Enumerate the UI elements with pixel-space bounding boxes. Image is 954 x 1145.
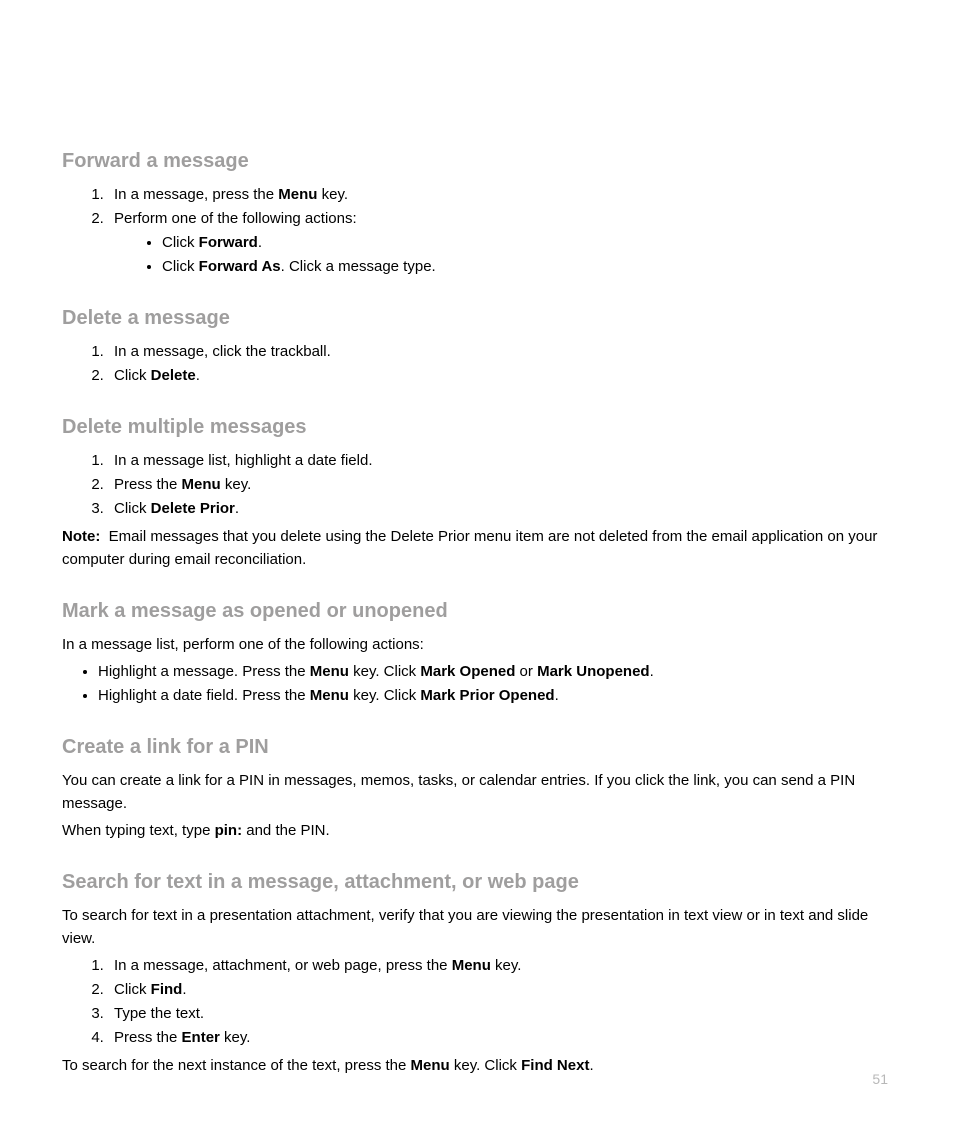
list-item: Perform one of the following actions: Cl… [108, 207, 892, 279]
text: Press the [114, 476, 182, 493]
bold-text: Find Next [521, 1057, 589, 1074]
text: key. Click [349, 663, 420, 680]
bold-text: Menu [278, 186, 317, 203]
text: Email messages that you delete using the… [62, 528, 877, 568]
heading-delete-multiple: Delete multiple messages [62, 416, 892, 439]
heading-pin: Create a link for a PIN [62, 736, 892, 759]
text: Type the text. [114, 1005, 204, 1022]
list-item: Click Forward. [162, 231, 892, 255]
mark-intro: In a message list, perform one of the fo… [62, 633, 892, 656]
pin-p2: When typing text, type pin: and the PIN. [62, 819, 892, 842]
text: To search for the next instance of the t… [62, 1057, 411, 1074]
text: In a message list, highlight a date fiel… [114, 452, 373, 469]
text: . [182, 981, 186, 998]
text: Highlight a message. Press the [98, 663, 310, 680]
text: . [258, 234, 262, 251]
text: Perform one of the following actions: [114, 210, 357, 227]
section-mark: Mark a message as opened or unopened In … [62, 600, 892, 708]
forward-steps: In a message, press the Menu key. Perfor… [62, 183, 892, 279]
bold-text: Find [151, 981, 183, 998]
bold-text: Menu [452, 957, 491, 974]
list-item: In a message, click the trackball. [108, 340, 892, 364]
text: and the PIN. [242, 822, 330, 839]
text: or [515, 663, 537, 680]
delete-multiple-steps: In a message list, highlight a date fiel… [62, 449, 892, 521]
list-item: In a message, attachment, or web page, p… [108, 954, 892, 978]
list-item: In a message list, highlight a date fiel… [108, 449, 892, 473]
text: key. Click [349, 687, 420, 704]
list-item: Type the text. [108, 1002, 892, 1026]
text: When typing text, type [62, 822, 215, 839]
text: Press the [114, 1029, 182, 1046]
text: . [235, 500, 239, 517]
text: Click [114, 500, 151, 517]
text: In a message, attachment, or web page, p… [114, 957, 452, 974]
text: key. [220, 1029, 251, 1046]
section-delete-multiple: Delete multiple messages In a message li… [62, 416, 892, 572]
note-label: Note: [62, 528, 100, 545]
pin-p1: You can create a link for a PIN in messa… [62, 769, 892, 816]
text: Click [114, 981, 151, 998]
text: . [650, 663, 654, 680]
list-item: Click Forward As. Click a message type. [162, 255, 892, 279]
bold-text: Mark Opened [420, 663, 515, 680]
heading-search: Search for text in a message, attachment… [62, 871, 892, 894]
section-pin: Create a link for a PIN You can create a… [62, 736, 892, 843]
heading-mark: Mark a message as opened or unopened [62, 600, 892, 623]
text: Click [114, 367, 151, 384]
section-delete: Delete a message In a message, click the… [62, 307, 892, 388]
bold-text: Delete [151, 367, 196, 384]
bold-text: Delete Prior [151, 500, 235, 517]
bold-text: Enter [182, 1029, 220, 1046]
list-item: Click Delete. [108, 364, 892, 388]
section-forward: Forward a message In a message, press th… [62, 150, 892, 279]
text: key. [221, 476, 252, 493]
text: Click [162, 234, 199, 251]
text: In a message, press the [114, 186, 278, 203]
list-item: Highlight a date field. Press the Menu k… [98, 684, 892, 708]
bold-text: Menu [411, 1057, 450, 1074]
text: . [555, 687, 559, 704]
text: . [589, 1057, 593, 1074]
note: Note: Email messages that you delete usi… [62, 525, 892, 572]
text: In a message, click the trackball. [114, 343, 331, 360]
text: Click [162, 258, 199, 275]
section-search: Search for text in a message, attachment… [62, 871, 892, 1078]
text: Highlight a date field. Press the [98, 687, 310, 704]
forward-options: Click Forward. Click Forward As. Click a… [114, 231, 892, 279]
text: key. [317, 186, 348, 203]
search-outro: To search for the next instance of the t… [62, 1054, 892, 1077]
bold-text: Forward [199, 234, 258, 251]
bold-text: Menu [310, 687, 349, 704]
search-steps: In a message, attachment, or web page, p… [62, 954, 892, 1050]
bold-text: pin: [215, 822, 243, 839]
list-item: Press the Enter key. [108, 1026, 892, 1050]
text: . Click a message type. [281, 258, 436, 275]
list-item: Click Find. [108, 978, 892, 1002]
bold-text: Menu [182, 476, 221, 493]
heading-delete: Delete a message [62, 307, 892, 330]
bold-text: Mark Prior Opened [420, 687, 554, 704]
text: . [196, 367, 200, 384]
list-item: Press the Menu key. [108, 473, 892, 497]
list-item: In a message, press the Menu key. [108, 183, 892, 207]
list-item: Highlight a message. Press the Menu key.… [98, 660, 892, 684]
bold-text: Menu [310, 663, 349, 680]
text: key. Click [450, 1057, 521, 1074]
delete-steps: In a message, click the trackball. Click… [62, 340, 892, 388]
heading-forward: Forward a message [62, 150, 892, 173]
document-page: Forward a message In a message, press th… [0, 0, 954, 1145]
mark-options: Highlight a message. Press the Menu key.… [62, 660, 892, 708]
page-number: 51 [872, 1071, 888, 1087]
search-intro: To search for text in a presentation att… [62, 904, 892, 951]
text: key. [491, 957, 522, 974]
bold-text: Forward As [199, 258, 281, 275]
list-item: Click Delete Prior. [108, 497, 892, 521]
bold-text: Mark Unopened [537, 663, 650, 680]
